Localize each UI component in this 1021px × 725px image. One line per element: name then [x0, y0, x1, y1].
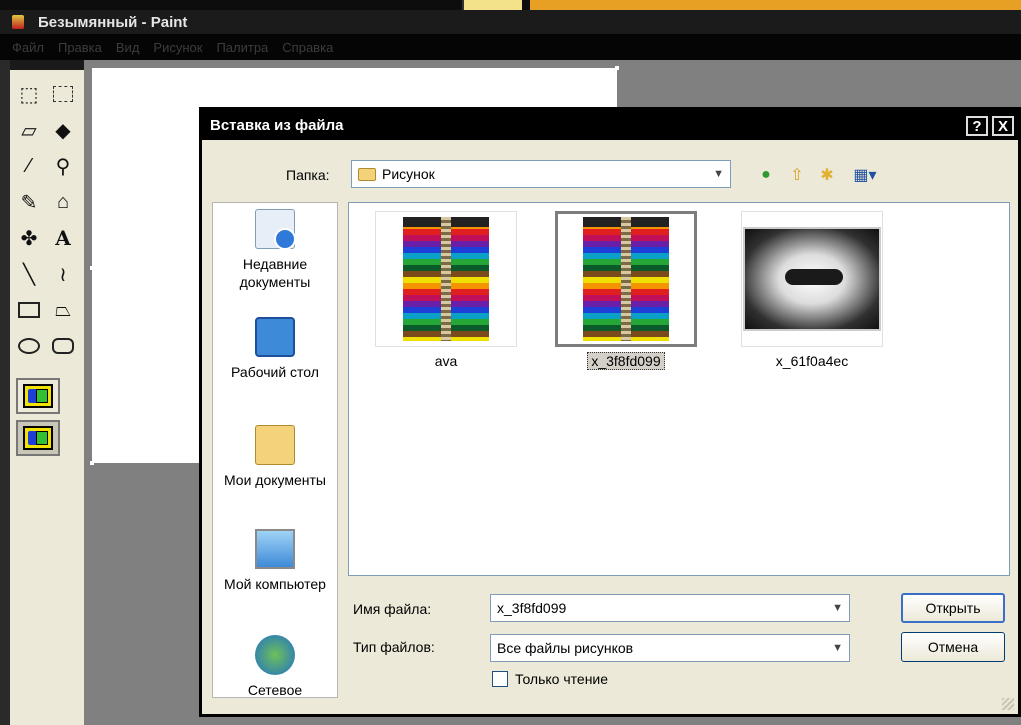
file-thumbnail: [375, 211, 517, 347]
ellipse-icon[interactable]: [12, 328, 46, 364]
resize-grip[interactable]: [1002, 698, 1014, 710]
places-bar: Недавние документы Рабочий стол Мои доку…: [212, 202, 338, 698]
place-desktop-label: Рабочий стол: [231, 364, 319, 380]
up-folder-icon[interactable]: ⇧: [786, 164, 808, 186]
readonly-checkbox[interactable]: [492, 671, 508, 687]
close-button[interactable]: X: [992, 116, 1014, 136]
window-titlebar: Безымянный - Paint: [0, 10, 1021, 34]
menu-edit[interactable]: Правка: [58, 40, 102, 55]
background-window-strip: [0, 0, 1021, 10]
left-edge: [0, 60, 10, 725]
color-picker-icon[interactable]: ⁄: [12, 148, 46, 184]
menu-file[interactable]: Файл: [12, 40, 44, 55]
curve-icon[interactable]: ≀: [46, 256, 80, 292]
file-thumbnail: [555, 211, 697, 347]
file-name: x_3f8fd099: [587, 352, 665, 370]
view-menu-icon[interactable]: ▦▾: [850, 164, 880, 186]
place-network-label: Сетевое: [247, 682, 303, 698]
polygon-icon[interactable]: ⏢: [46, 292, 80, 328]
toolbox: ⬚ ▱ ◆ ⁄ ⚲ ✎ ⌂ ✤ A ╲ ≀ ⏢: [10, 70, 84, 725]
chevron-down-icon[interactable]: ▼: [832, 642, 843, 654]
file-thumbnail: [741, 211, 883, 347]
file-list: ava x_3f8fd099 x_61f0a4ec: [348, 202, 1010, 576]
place-my-computer-label: Мой компьютер: [224, 576, 326, 592]
filename-label: Имя файла:: [353, 601, 432, 617]
magnifier-icon[interactable]: ⚲: [46, 148, 80, 184]
open-button[interactable]: Открыть: [901, 593, 1005, 623]
folder-icon: [358, 167, 376, 181]
handshake-image: [743, 227, 881, 331]
file-item-ava[interactable]: ava: [375, 211, 517, 369]
fill-icon[interactable]: ◆: [46, 112, 80, 148]
airbrush-icon[interactable]: ✤: [12, 220, 46, 256]
resize-handle-bottom-left[interactable]: [90, 461, 94, 465]
free-select-icon[interactable]: ⬚: [12, 76, 46, 112]
menu-help[interactable]: Справка: [282, 40, 333, 55]
folder-combo[interactable]: Рисунок ▼: [351, 160, 731, 188]
network-icon: [255, 635, 295, 675]
text-icon[interactable]: A: [46, 220, 80, 256]
brush-icon[interactable]: ⌂: [46, 184, 80, 220]
pencils-zipper-image: [403, 217, 489, 341]
place-my-computer[interactable]: Мой компьютер: [213, 529, 337, 593]
pencils-zipper-image: [583, 217, 669, 341]
transparent-mode-icon: [23, 426, 53, 450]
resize-handle-left[interactable]: [90, 266, 94, 270]
opaque-mode-option[interactable]: [16, 378, 60, 414]
place-my-documents-label: Мои документы: [223, 472, 326, 488]
paint-app-icon: [12, 15, 24, 29]
menubar: Файл Правка Вид Рисунок Палитра Справка: [0, 34, 1021, 60]
filename-input[interactable]: x_3f8fd099 ▼: [490, 594, 850, 622]
file-item-x_61f0a4ec[interactable]: x_61f0a4ec: [741, 211, 883, 369]
rounded-rect-icon[interactable]: [46, 328, 80, 364]
file-name: x_61f0a4ec: [775, 353, 849, 369]
background-window: [530, 0, 1021, 10]
filename-value: x_3f8fd099: [497, 600, 567, 616]
transparent-mode-option[interactable]: [16, 420, 60, 456]
menu-palette[interactable]: Палитра: [216, 40, 268, 55]
file-item-x_3f8fd099[interactable]: x_3f8fd099: [555, 211, 697, 370]
rectangle-icon[interactable]: [12, 292, 46, 328]
dialog-titlebar: Вставка из файла: [202, 110, 1018, 140]
place-recent-label: Недавние документы: [239, 256, 311, 290]
chevron-down-icon[interactable]: ▼: [713, 168, 724, 180]
filetype-select[interactable]: Все файлы рисунков ▼: [490, 634, 850, 662]
dialog-title: Вставка из файла: [210, 116, 344, 134]
readonly-label: Только чтение: [515, 671, 609, 687]
rect-select-icon[interactable]: [46, 76, 80, 112]
filetype-label: Тип файлов:: [353, 639, 435, 655]
line-icon[interactable]: ╲: [12, 256, 46, 292]
place-network[interactable]: Сетевое: [213, 635, 337, 699]
my-computer-icon: [255, 529, 295, 569]
window-title: Безымянный - Paint: [38, 13, 188, 31]
desktop-icon: [255, 317, 295, 357]
recent-docs-icon: [255, 209, 296, 250]
place-desktop[interactable]: Рабочий стол: [213, 317, 337, 381]
pencil-icon[interactable]: ✎: [12, 184, 46, 220]
menu-view[interactable]: Вид: [116, 40, 140, 55]
opaque-mode-icon: [23, 384, 53, 408]
resize-handle-top-right[interactable]: [615, 66, 619, 70]
folder-label: Папка:: [286, 167, 330, 183]
my-documents-icon: [255, 425, 295, 465]
file-name: ava: [434, 353, 458, 369]
help-button[interactable]: ?: [966, 116, 988, 136]
eraser-icon[interactable]: ▱: [12, 112, 46, 148]
place-my-documents[interactable]: Мои документы: [213, 425, 337, 489]
place-recent[interactable]: Недавние документы: [213, 209, 337, 291]
folder-value: Рисунок: [382, 166, 435, 182]
chevron-down-icon[interactable]: ▼: [832, 602, 843, 614]
menu-image[interactable]: Рисунок: [153, 40, 202, 55]
new-folder-icon[interactable]: ✱: [816, 164, 838, 186]
back-icon[interactable]: ●: [755, 164, 777, 186]
filetype-value: Все файлы рисунков: [497, 640, 634, 656]
insert-from-file-dialog: Вставка из файла ? X Папка: Рисунок ▼ ● …: [199, 107, 1021, 717]
background-thumbnail: [462, 0, 522, 10]
screen: Безымянный - Paint Файл Правка Вид Рисун…: [0, 0, 1021, 725]
cancel-button[interactable]: Отмена: [901, 632, 1005, 662]
